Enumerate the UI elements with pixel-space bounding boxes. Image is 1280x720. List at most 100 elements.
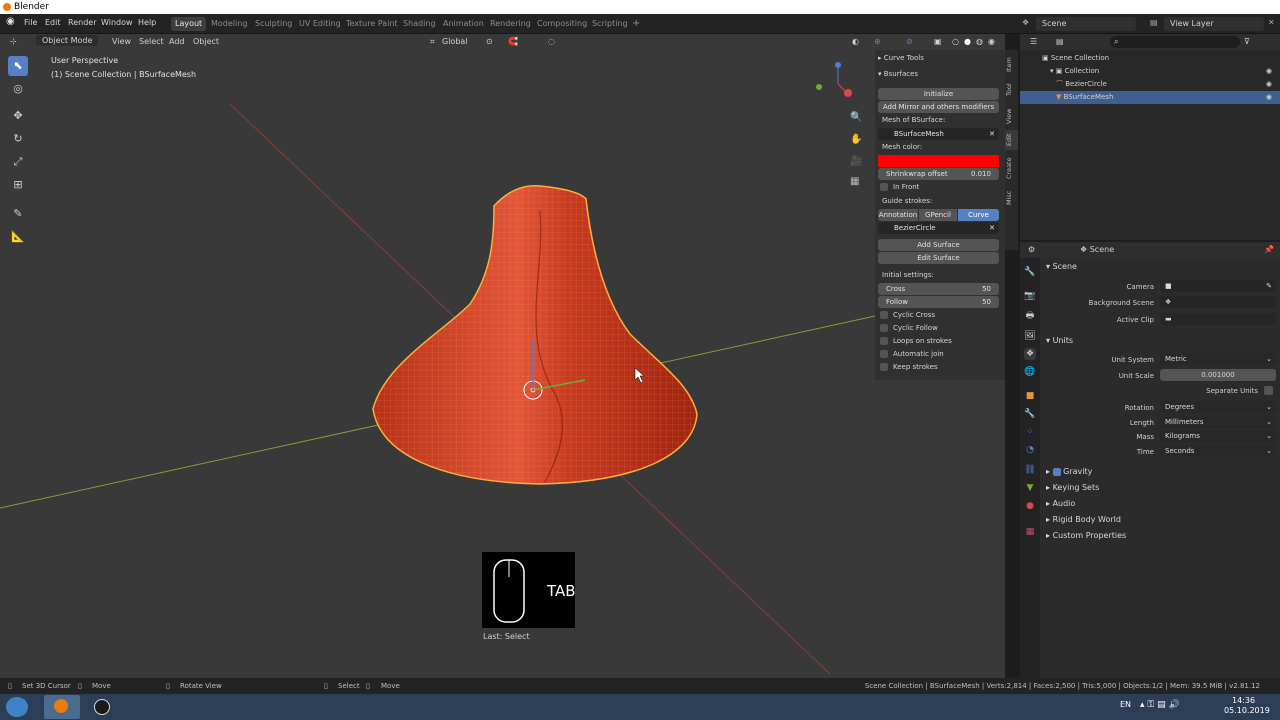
rendered-shading-icon[interactable]: ◉ <box>988 37 995 46</box>
tab-uv-editing[interactable]: UV Editing <box>295 17 345 31</box>
sidebar-tab-edit[interactable]: Edit <box>1005 130 1018 150</box>
active-clip-field[interactable]: ▬ <box>1160 313 1276 325</box>
material-props-icon[interactable]: ● <box>1024 500 1036 512</box>
proportional-edit-icon[interactable]: ◌ <box>548 37 555 46</box>
sidebar-tab-view[interactable]: View <box>1005 106 1018 126</box>
sidebar-tab-create[interactable]: Create <box>1005 154 1018 182</box>
cyclic-follow-checkbox[interactable]: Cyclic Follow <box>880 324 938 332</box>
audio-section-header[interactable]: ▸ Audio <box>1046 499 1075 508</box>
mode-selector[interactable]: Object Mode <box>36 35 99 46</box>
annotate-tool-icon[interactable]: ✎ <box>8 204 28 224</box>
guide-curve-field[interactable]: BezierCircle ✕ <box>878 222 999 234</box>
gravity-section-header[interactable]: ▸ Gravity <box>1046 467 1092 476</box>
taskbar-blender-app[interactable] <box>44 695 80 719</box>
mesh-color-swatch[interactable] <box>878 155 999 167</box>
rotate-tool-icon[interactable]: ↻ <box>8 129 28 149</box>
tab-modeling[interactable]: Modeling <box>207 17 251 31</box>
sidebar-tab-item[interactable]: Item <box>1005 54 1018 76</box>
pan-hand-icon[interactable]: ✋ <box>850 134 862 145</box>
sidebar-tab-tool[interactable]: Tool <box>1005 80 1018 100</box>
time-dropdown[interactable]: Seconds ⌄ <box>1160 445 1276 457</box>
outliner-row-beziercircle[interactable]: ⌒ BezierCircle ◉ <box>1020 78 1280 91</box>
mass-dropdown[interactable]: Kilograms ⌄ <box>1160 430 1276 442</box>
scene-section-header[interactable]: ▾ Scene <box>1046 262 1077 271</box>
curve-tools-header[interactable]: ▸ Curve Tools <box>878 54 924 62</box>
add-mirror-button[interactable]: Add Mirror and others modifiers <box>878 101 999 113</box>
tab-sculpting[interactable]: Sculpting <box>251 17 296 31</box>
outliner-search-input[interactable] <box>1110 36 1240 48</box>
keep-strokes-checkbox[interactable]: Keep strokes <box>880 363 938 371</box>
tab-layout[interactable]: Layout <box>171 17 207 31</box>
transform-tool-icon[interactable]: ⊞ <box>8 175 28 195</box>
clear-curve-icon[interactable]: ✕ <box>989 222 995 234</box>
unit-system-dropdown[interactable]: Metric ⌄ <box>1160 353 1276 365</box>
wireframe-shading-icon[interactable]: ○ <box>952 37 959 46</box>
menu-help[interactable]: Help <box>138 18 156 27</box>
length-dropdown[interactable]: Millimeters ⌄ <box>1160 416 1276 428</box>
guide-tab-curve[interactable]: Curve <box>958 209 999 221</box>
keying-sets-section-header[interactable]: ▸ Keying Sets <box>1046 483 1099 492</box>
separate-units-checkbox[interactable] <box>1264 386 1273 395</box>
cyclic-cross-checkbox[interactable]: Cyclic Cross <box>880 311 935 319</box>
measure-tool-icon[interactable]: 📐 <box>8 227 28 247</box>
scene-selector[interactable]: Scene <box>1036 17 1136 31</box>
outliner-row-scene-collection[interactable]: ▣ Scene Collection <box>1020 52 1280 65</box>
outliner-editor-icon[interactable]: ☰ <box>1030 37 1037 46</box>
tab-rendering[interactable]: Rendering <box>486 17 535 31</box>
output-props-icon[interactable]: 🖶 <box>1024 310 1036 322</box>
clear-mesh-icon[interactable]: ✕ <box>989 128 995 140</box>
camera-view-icon[interactable]: 🎥 <box>850 156 862 167</box>
scene-props-icon[interactable]: ❖ <box>1024 348 1036 360</box>
snap-icon[interactable]: 🧲 <box>508 37 518 46</box>
physics-props-icon[interactable]: ◔ <box>1024 444 1036 456</box>
add-surface-button[interactable]: Add Surface <box>878 239 999 251</box>
cross-slider[interactable]: Cross 50 <box>878 283 999 295</box>
automatic-join-checkbox[interactable]: Automatic join <box>880 350 944 358</box>
constraints-props-icon[interactable]: ⛓ <box>1024 464 1036 476</box>
modifier-props-icon[interactable]: 🔧 <box>1024 408 1036 420</box>
menu-object[interactable]: Object <box>193 37 219 46</box>
blender-menu-icon[interactable]: ◉ <box>6 16 15 27</box>
eye-icon[interactable]: ◉ <box>1266 78 1272 91</box>
pin-icon[interactable]: 📌 <box>1264 245 1274 254</box>
menu-view[interactable]: View <box>112 37 131 46</box>
menu-edit[interactable]: Edit <box>45 18 61 27</box>
3d-viewport[interactable]: User Perspective (1) Scene Collection | … <box>0 34 1005 678</box>
view-layer-selector[interactable]: View Layer <box>1164 17 1264 31</box>
select-tool-icon[interactable]: ⬉ <box>8 56 28 76</box>
tool-props-icon[interactable]: 🔧 <box>1024 266 1036 278</box>
ortho-grid-icon[interactable]: ▦ <box>850 176 859 187</box>
texture-props-icon[interactable]: ▦ <box>1024 526 1036 538</box>
camera-field[interactable]: ■ ✎ <box>1160 280 1276 292</box>
in-front-checkbox[interactable]: In Front <box>880 183 919 191</box>
add-workspace-button[interactable]: + <box>628 17 644 31</box>
edit-surface-button[interactable]: Edit Surface <box>878 252 999 264</box>
sidebar-tab-misc[interactable]: Misc <box>1005 188 1018 208</box>
eyedropper-icon[interactable]: ✎ <box>1266 280 1272 292</box>
gizmo-toggle-icon[interactable]: ⊕ <box>874 37 881 46</box>
shrinkwrap-offset-slider[interactable]: Shrinkwrap offset 0.010 <box>878 168 999 180</box>
outliner-row-bsurfacemesh[interactable]: ▼ BSurfaceMesh ◉ <box>1020 91 1280 104</box>
object-props-icon[interactable]: ■ <box>1024 390 1036 402</box>
xray-icon[interactable]: ▣ <box>934 37 942 46</box>
view-layer-props-icon[interactable]: 🖼 <box>1024 330 1036 342</box>
background-scene-field[interactable]: ❖ <box>1160 296 1276 308</box>
tab-scripting[interactable]: Scripting <box>588 17 632 31</box>
initialize-button[interactable]: Initialize <box>878 88 999 100</box>
tab-compositing[interactable]: Compositing <box>533 17 591 31</box>
gravity-checkbox[interactable] <box>1052 467 1061 476</box>
mesh-field[interactable]: BSurfaceMesh ✕ <box>878 128 999 140</box>
follow-slider[interactable]: Follow 50 <box>878 296 999 308</box>
menu-file[interactable]: File <box>24 18 37 27</box>
particles-props-icon[interactable]: ⁘ <box>1024 426 1036 438</box>
world-props-icon[interactable]: 🌐 <box>1024 366 1036 378</box>
filter-icon[interactable]: ⊽ <box>1244 37 1250 46</box>
menu-render[interactable]: Render <box>68 18 96 27</box>
rigid-body-world-section-header[interactable]: ▸ Rigid Body World <box>1046 515 1121 524</box>
display-mode-icon[interactable]: ▤ <box>1056 37 1064 46</box>
tab-animation[interactable]: Animation <box>439 17 488 31</box>
units-section-header[interactable]: ▾ Units <box>1046 336 1073 345</box>
cursor-tool-icon[interactable]: ◎ <box>8 79 28 99</box>
eye-icon[interactable]: ◉ <box>1266 91 1272 104</box>
menu-select[interactable]: Select <box>139 37 164 46</box>
